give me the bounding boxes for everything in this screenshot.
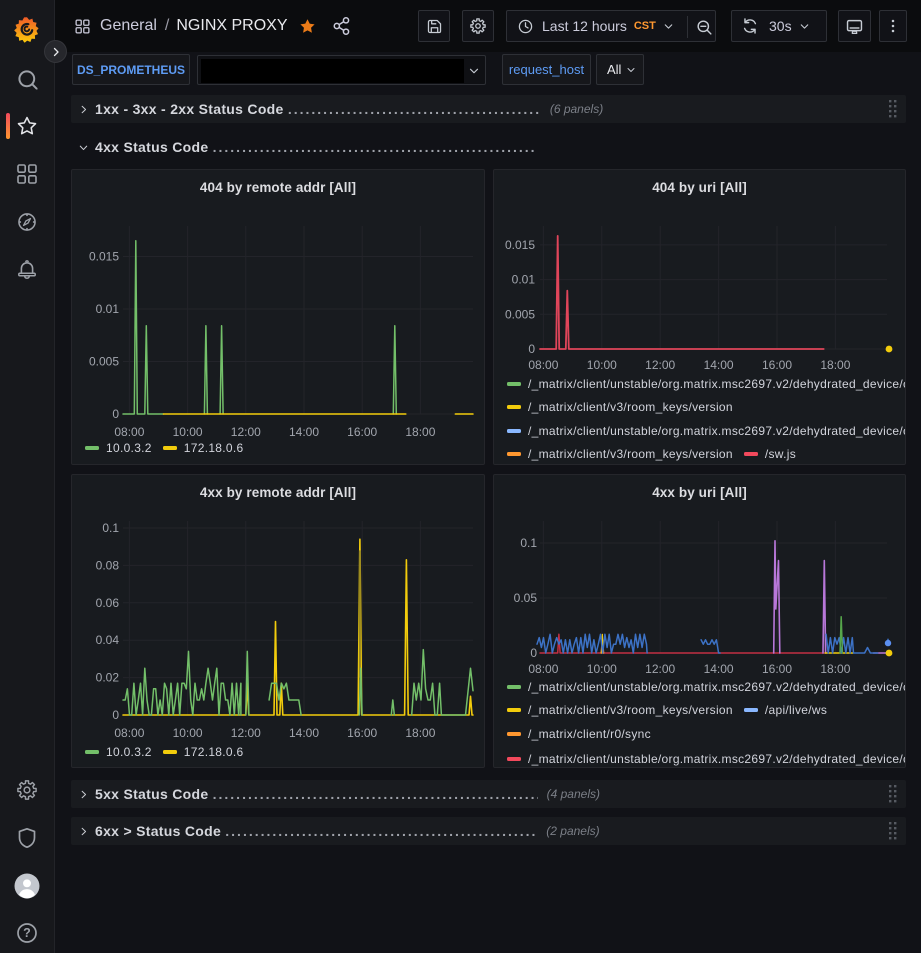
svg-text:0: 0 — [112, 708, 119, 722]
svg-text:0.05: 0.05 — [514, 591, 538, 605]
svg-text:18:00: 18:00 — [820, 662, 850, 676]
svg-text:08:00: 08:00 — [114, 726, 144, 740]
svg-text:16:00: 16:00 — [347, 425, 377, 439]
svg-text:14:00: 14:00 — [704, 662, 734, 676]
svg-text:08:00: 08:00 — [114, 425, 144, 439]
svg-text:12:00: 12:00 — [231, 425, 261, 439]
svg-text:12:00: 12:00 — [645, 662, 675, 676]
svg-text:18:00: 18:00 — [820, 358, 850, 372]
svg-text:0: 0 — [530, 646, 537, 660]
svg-text:0.015: 0.015 — [505, 238, 535, 252]
svg-text:14:00: 14:00 — [704, 358, 734, 372]
svg-text:0.1: 0.1 — [520, 536, 537, 550]
svg-text:0.015: 0.015 — [89, 250, 119, 264]
svg-text:08:00: 08:00 — [528, 662, 558, 676]
svg-text:12:00: 12:00 — [231, 726, 261, 740]
svg-text:10:00: 10:00 — [587, 358, 617, 372]
svg-text:0.04: 0.04 — [96, 633, 120, 647]
svg-text:10:00: 10:00 — [587, 662, 617, 676]
svg-text:14:00: 14:00 — [289, 425, 319, 439]
svg-text:12:00: 12:00 — [645, 358, 675, 372]
svg-text:0: 0 — [112, 407, 119, 421]
svg-text:0.005: 0.005 — [505, 307, 535, 321]
svg-text:0.01: 0.01 — [96, 302, 120, 316]
svg-text:0: 0 — [528, 342, 535, 356]
svg-text:0.02: 0.02 — [96, 671, 120, 685]
svg-text:0.08: 0.08 — [96, 558, 120, 572]
svg-text:18:00: 18:00 — [405, 726, 435, 740]
svg-text:0.06: 0.06 — [96, 596, 120, 610]
svg-text:0.005: 0.005 — [89, 355, 119, 369]
svg-text:18:00: 18:00 — [405, 425, 435, 439]
svg-text:16:00: 16:00 — [762, 662, 792, 676]
svg-text:08:00: 08:00 — [528, 358, 558, 372]
svg-text:0.1: 0.1 — [102, 521, 119, 535]
svg-text:14:00: 14:00 — [289, 726, 319, 740]
svg-text:16:00: 16:00 — [347, 726, 377, 740]
svg-text:10:00: 10:00 — [173, 726, 203, 740]
svg-text:10:00: 10:00 — [173, 425, 203, 439]
svg-text:?: ? — [23, 926, 31, 940]
svg-text:16:00: 16:00 — [762, 358, 792, 372]
svg-text:0.01: 0.01 — [512, 273, 536, 287]
